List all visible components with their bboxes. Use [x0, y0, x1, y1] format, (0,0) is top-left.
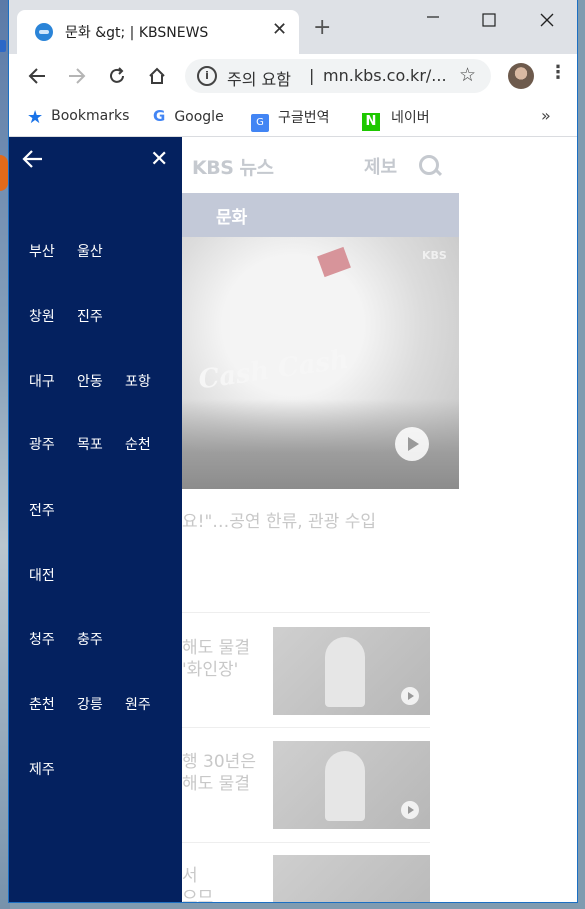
profile-avatar[interactable]: [508, 63, 534, 89]
info-icon[interactable]: i: [197, 66, 217, 86]
region-link[interactable]: 대전: [29, 565, 55, 585]
kbs-favicon-icon: [35, 23, 53, 41]
region-link[interactable]: 순천: [125, 434, 151, 454]
back-arrow-icon[interactable]: [21, 147, 45, 171]
news-item-title[interactable]: 서 으므: [182, 865, 213, 902]
bookmark-label: 구글번역: [278, 110, 330, 126]
section-title: 문화: [216, 208, 248, 228]
news-title-line: 행 30년은: [182, 752, 256, 772]
divider: [182, 842, 430, 843]
browser-tab[interactable]: 문화 &gt; | KBSNEWS ✕: [17, 10, 299, 54]
search-icon[interactable]: [419, 155, 439, 175]
desktop-icon: [0, 155, 8, 191]
region-link[interactable]: 목포: [77, 434, 103, 454]
divider: [182, 612, 430, 613]
news-title-line: 서: [182, 866, 198, 886]
browser-toolbar: i 주의 요함 | mn.kbs.co.kr/... ☆ ⋮: [9, 54, 577, 98]
address-bar[interactable]: i 주의 요함 | mn.kbs.co.kr/... ☆: [185, 59, 491, 93]
region-link[interactable]: 대구: [29, 371, 55, 391]
region-link[interactable]: 춘천: [29, 694, 55, 714]
news-item-title[interactable]: 해도 물결 '화인장': [182, 637, 250, 681]
maximize-icon[interactable]: [482, 12, 496, 31]
tab-close-icon[interactable]: ✕: [272, 19, 287, 40]
person-shape: [325, 751, 365, 821]
desktop-icon: [0, 40, 6, 52]
play-icon: [401, 801, 419, 819]
region-link[interactable]: 강릉: [77, 694, 103, 714]
bookmarks-bar: ★ Bookmarks G Google G 구글번역 N 네이버 »: [9, 98, 577, 137]
flag-shape: [317, 246, 351, 278]
play-icon[interactable]: [395, 427, 429, 461]
region-link[interactable]: 부산: [29, 241, 55, 261]
hero-overlay-text: Cash Cash: [196, 344, 351, 396]
region-link[interactable]: 전주: [29, 500, 55, 520]
region-link[interactable]: 제주: [29, 759, 55, 779]
bookmark-star-icon[interactable]: ☆: [459, 64, 476, 86]
section-header: 문화: [182, 193, 459, 237]
divider: [182, 727, 430, 728]
headline-link[interactable]: 요!"…공연 한류, 관광 수입: [182, 507, 376, 532]
bookmarks-more-button[interactable]: »: [541, 106, 551, 125]
bookmark-translate[interactable]: G 구글번역: [251, 107, 330, 132]
person-shape: [325, 637, 365, 707]
region-link[interactable]: 안동: [77, 371, 103, 391]
close-window-icon[interactable]: [540, 12, 554, 31]
news-thumbnail[interactable]: [273, 855, 430, 902]
translate-icon: G: [251, 114, 269, 132]
close-drawer-icon[interactable]: ✕: [150, 149, 168, 171]
bookmark-label: Google: [174, 109, 224, 125]
bookmark-label: 네이버: [391, 110, 430, 126]
minimize-icon[interactable]: [425, 8, 441, 28]
url-separator: |: [309, 66, 315, 85]
report-link[interactable]: 제보: [364, 153, 397, 179]
google-icon: G: [153, 107, 166, 125]
url-text: mn.kbs.co.kr/...: [323, 66, 447, 85]
bookmark-naver[interactable]: N 네이버: [362, 107, 430, 131]
browser-window: 문화 &gt; | KBSNEWS ✕ + i 주의 요함 | mn.kbs.c…: [9, 0, 577, 902]
reload-icon[interactable]: [103, 62, 131, 90]
region-link[interactable]: 울산: [77, 241, 103, 261]
region-link[interactable]: 원주: [125, 694, 151, 714]
region-drawer: ✕ 부산 울산창원 진주대구 안동 포항광주 목포 순천전주대전청주 충주춘천 강릉 원주제주: [9, 137, 182, 902]
tab-strip: 문화 &gt; | KBSNEWS ✕ +: [9, 0, 577, 54]
tab-title: 문화 &gt; | KBSNEWS: [65, 25, 209, 41]
news-title-line: 해도 물결: [182, 774, 250, 794]
play-icon: [401, 687, 419, 705]
naver-icon: N: [362, 113, 380, 131]
region-link[interactable]: 충주: [77, 629, 103, 649]
bookmark-bookmarks[interactable]: ★ Bookmarks: [27, 107, 129, 128]
kbs-news-logo[interactable]: KBS 뉴스: [192, 153, 274, 180]
star-icon: ★: [27, 107, 44, 128]
news-thumbnail[interactable]: [273, 741, 430, 829]
new-tab-button[interactable]: +: [313, 17, 331, 39]
region-link[interactable]: 진주: [77, 306, 103, 326]
home-icon[interactable]: [143, 62, 171, 90]
security-warning: 주의 요함: [227, 70, 291, 89]
news-title-line: 으므: [182, 888, 214, 902]
news-title-line: 해도 물결: [182, 638, 250, 658]
news-thumbnail[interactable]: [273, 627, 430, 715]
news-item-title[interactable]: 행 30년은 해도 물결: [182, 751, 256, 795]
back-icon[interactable]: [23, 62, 51, 90]
bookmark-google[interactable]: G Google: [153, 107, 224, 125]
bookmark-label: Bookmarks: [51, 108, 130, 124]
region-link[interactable]: 광주: [29, 434, 55, 454]
region-link[interactable]: 창원: [29, 306, 55, 326]
hero-video-thumbnail[interactable]: KBS Cash Cash: [182, 237, 459, 489]
forward-icon[interactable]: [63, 62, 91, 90]
kbs-watermark: KBS: [422, 249, 447, 262]
menu-icon[interactable]: ⋮: [549, 62, 567, 83]
region-link[interactable]: 포항: [125, 371, 151, 391]
region-link[interactable]: 청주: [29, 629, 55, 649]
news-title-line: '화인장': [182, 660, 239, 680]
